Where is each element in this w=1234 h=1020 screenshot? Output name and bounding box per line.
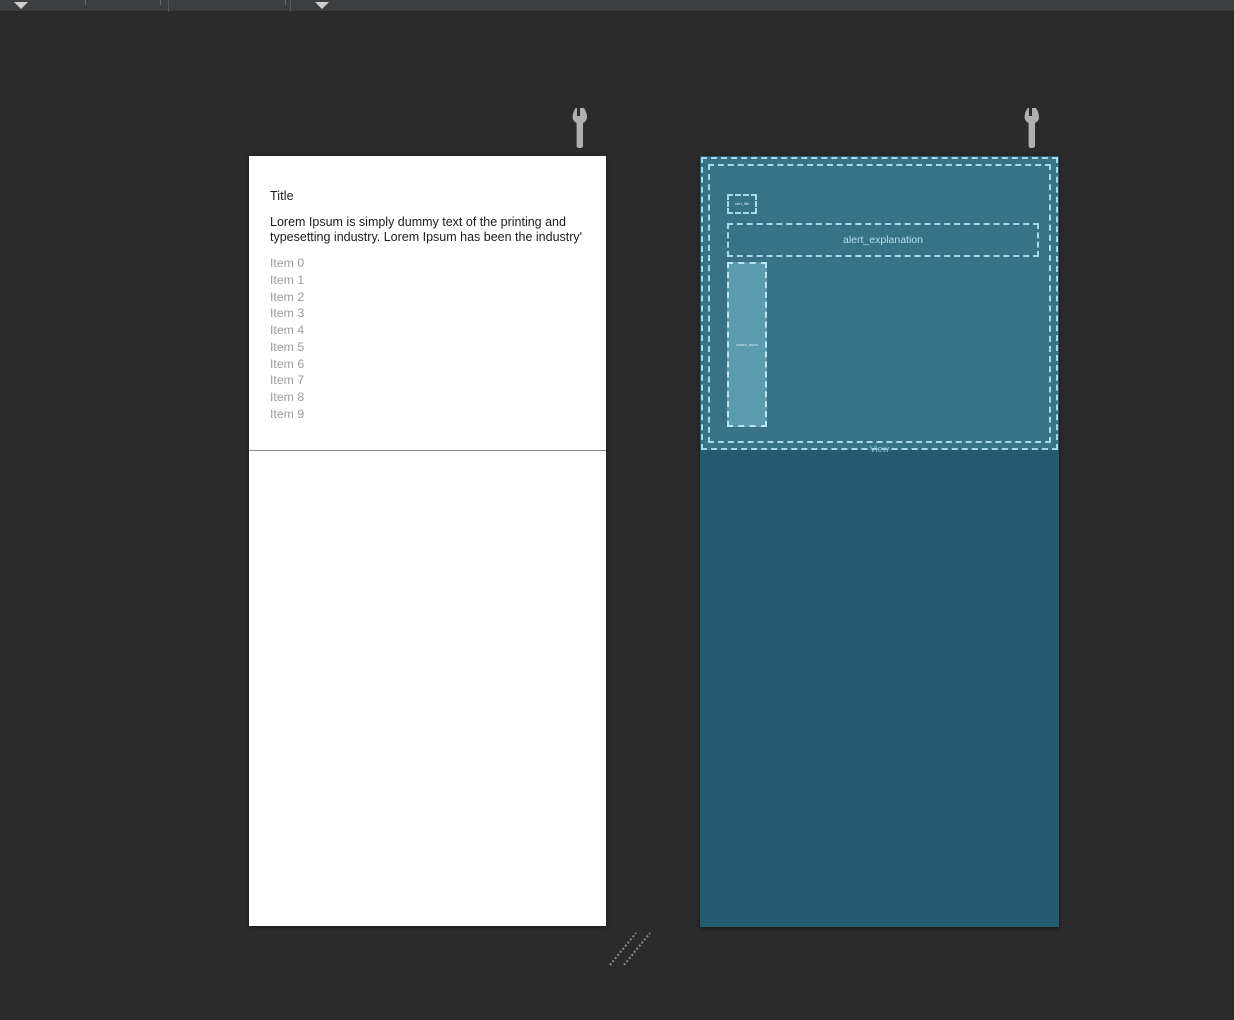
- toolbar-separator: [168, 0, 169, 12]
- toolbar-tick: [285, 0, 286, 5]
- blueprint-node-label: alert_explanation: [843, 234, 923, 246]
- design-preview-surface[interactable]: Title Lorem Ipsum is simply dummy text o…: [249, 156, 606, 926]
- list-item[interactable]: Item 4: [270, 322, 390, 339]
- blueprint-root-outline[interactable]: alert_title alert_explanation options_la…: [701, 157, 1058, 450]
- toolbar-separator: [290, 0, 291, 12]
- toolbar-tick: [85, 0, 86, 5]
- blueprint-root-label: View: [701, 442, 1058, 456]
- wrench-icon: [572, 108, 587, 148]
- list-item[interactable]: Item 6: [270, 356, 390, 373]
- blueprint-preview-surface[interactable]: alert_title alert_explanation options_la…: [700, 156, 1059, 927]
- blueprint-node-alert-explanation[interactable]: alert_explanation: [727, 223, 1039, 257]
- toolbar-tick: [160, 0, 161, 5]
- list-item[interactable]: Item 1: [270, 272, 390, 289]
- editor-canvas[interactable]: Title Lorem Ipsum is simply dummy text o…: [0, 13, 1234, 1020]
- list-item[interactable]: Item 9: [270, 406, 390, 423]
- alert-title-text: Title: [270, 189, 294, 203]
- blueprint-node-alert-title[interactable]: alert_title: [727, 194, 757, 214]
- list-item[interactable]: Item 5: [270, 339, 390, 356]
- blueprint-root-label-text: View: [869, 444, 890, 454]
- toolbar-dropdown-left[interactable]: [14, 0, 28, 12]
- blueprint-wrench-icon[interactable]: [1021, 108, 1043, 148]
- resize-diagonal-icon: [609, 932, 651, 966]
- design-content-area: Title Lorem Ipsum is simply dummy text o…: [249, 156, 606, 450]
- list-item[interactable]: Item 7: [270, 372, 390, 389]
- alert-explanation-text: Lorem Ipsum is simply dummy text of the …: [270, 215, 583, 244]
- blueprint-node-options-layout[interactable]: options_layout: [727, 262, 767, 427]
- blueprint-node-label: options_layout: [736, 342, 758, 347]
- chevron-down-icon: [14, 2, 28, 9]
- design-wrench-icon[interactable]: [569, 108, 591, 148]
- toolbar-dropdown-right[interactable]: [315, 0, 329, 12]
- top-toolbar: [0, 0, 1234, 12]
- options-layout-list: Item 0 Item 1 Item 2 Item 3 Item 4 Item …: [270, 255, 390, 423]
- list-item[interactable]: Item 8: [270, 389, 390, 406]
- blueprint-node-label: alert_title: [734, 202, 750, 206]
- list-item[interactable]: Item 0: [270, 255, 390, 272]
- list-item[interactable]: Item 3: [270, 305, 390, 322]
- chevron-down-icon: [315, 2, 329, 9]
- list-item[interactable]: Item 2: [270, 289, 390, 306]
- canvas-resize-handle[interactable]: [608, 931, 652, 967]
- wrench-icon: [1024, 108, 1039, 148]
- blueprint-view-group[interactable]: alert_title alert_explanation options_la…: [708, 164, 1051, 443]
- design-empty-area: [249, 451, 606, 926]
